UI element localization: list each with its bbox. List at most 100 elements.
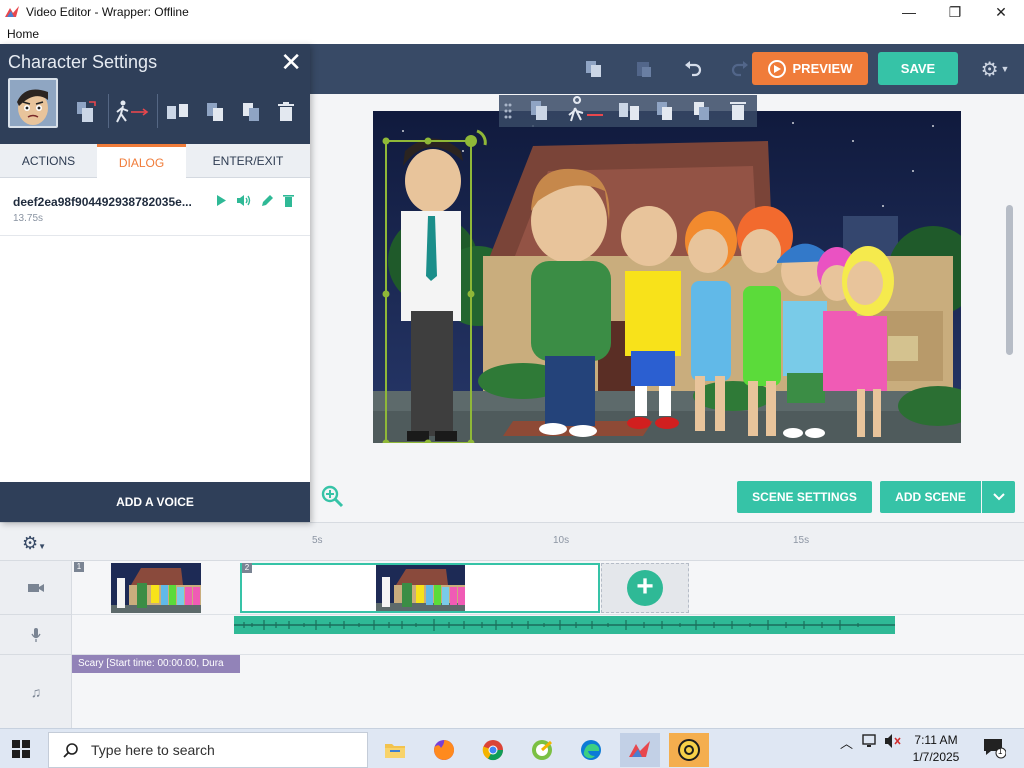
taskbar-chrome[interactable] <box>473 733 513 767</box>
taskbar-edge[interactable] <box>571 733 611 767</box>
scene-thumbnail <box>376 565 465 611</box>
zoom-in-button[interactable] <box>320 484 344 508</box>
panel-header: Character Settings ✕ <box>0 44 310 144</box>
scrollbar-thumb[interactable] <box>1006 205 1013 355</box>
volume-muted-icon[interactable] <box>884 733 902 752</box>
timeline-ruler[interactable]: ⚙▼ 5s 10s 15s <box>0 523 1024 561</box>
windows-logo-icon <box>12 740 30 758</box>
preview-button[interactable]: PREVIEW <box>752 52 868 85</box>
close-icon: ✕ <box>280 47 302 77</box>
voice-track-label <box>0 615 72 655</box>
scene-stage[interactable] <box>373 111 961 443</box>
tick-label: 15s <box>793 535 810 546</box>
dialog-name: deef2ea98f904492938782035e... <box>13 195 192 209</box>
tab-enter-exit[interactable]: ENTER/EXIT <box>186 144 310 178</box>
edge-icon <box>581 740 601 760</box>
delete-dialog-button[interactable] <box>283 194 294 210</box>
taskbar-clock[interactable]: 7:11 AM 1/7/2025 <box>906 732 966 766</box>
folder-icon <box>385 744 405 758</box>
dialog-duration: 13.75s <box>13 213 44 224</box>
dialog-actions <box>216 194 294 210</box>
add-scene-slot[interactable]: + <box>601 563 689 613</box>
character-floating-toolbar <box>499 95 757 127</box>
scene-number: 1 <box>74 562 84 572</box>
clock-date: 1/7/2025 <box>912 750 960 764</box>
edit-dialog-button[interactable] <box>261 194 274 210</box>
wrapper-app-icon <box>629 741 650 757</box>
gear-icon: ⚙ <box>980 58 999 81</box>
play-circle-icon <box>767 59 786 78</box>
add-voice-button[interactable]: ADD A VOICE <box>0 482 310 522</box>
duplicate-button[interactable] <box>240 100 264 124</box>
volume-button[interactable] <box>236 194 252 210</box>
minimize-button[interactable]: — <box>886 0 932 24</box>
taskbar-wrapper-offline[interactable] <box>620 733 660 767</box>
character-settings-panel: Character Settings ✕ ACTIONS DIALOG ENTE… <box>0 44 310 522</box>
dialog-list-item[interactable]: deef2ea98f904492938782035e... 13.75s <box>0 184 310 236</box>
taskbar-firefox[interactable] <box>424 733 464 767</box>
close-panel-button[interactable]: ✕ <box>280 49 302 75</box>
tab-actions[interactable]: ACTIONS <box>0 144 97 178</box>
plus-icon: + <box>627 570 663 606</box>
add-scene-button[interactable]: ADD SCENE <box>880 481 981 513</box>
video-track-label <box>0 561 72 615</box>
add-scene-dropdown[interactable] <box>982 481 1015 513</box>
scene-settings-button[interactable]: SCENE SETTINGS <box>737 481 872 513</box>
music-clip[interactable]: Scary [Start time: 00:00.00, Dura <box>72 655 240 673</box>
taskbar-app-orange[interactable] <box>669 733 709 767</box>
wrapper-app-icon <box>5 6 19 17</box>
panel-tabs: ACTIONS DIALOG ENTER/EXIT <box>0 144 310 179</box>
paste-button[interactable] <box>628 54 660 84</box>
voice-clip[interactable] <box>234 616 895 634</box>
stage-scrollbar[interactable] <box>1003 100 1015 360</box>
search-icon <box>63 743 78 758</box>
maximize-button[interactable]: ❐ <box>932 0 978 24</box>
scene-artwork <box>373 111 961 443</box>
copy-character-button[interactable] <box>204 100 228 124</box>
motion-path-button[interactable] <box>114 100 150 124</box>
scene-clip-1[interactable] <box>111 563 201 613</box>
window-title: Video Editor - Wrapper: Offline <box>26 5 189 19</box>
tab-dialog[interactable]: DIALOG <box>97 144 186 179</box>
scene-clip-2-thumbnail <box>376 565 465 611</box>
undo-button[interactable] <box>677 54 709 84</box>
taskbar-file-explorer[interactable] <box>375 733 415 767</box>
music-note-icon: ♫ <box>30 683 42 700</box>
clock-time: 7:11 AM <box>914 733 958 747</box>
start-button[interactable] <box>10 738 32 760</box>
floating-toolbar-icons <box>504 96 746 122</box>
settings-menu-button[interactable]: ⚙ ▼ <box>975 56 1015 82</box>
tray-chevron-up-icon[interactable]: ︿ <box>840 733 853 752</box>
timeline-settings-button[interactable]: ⚙▼ <box>22 533 46 554</box>
firefox-icon <box>434 739 455 760</box>
taskbar-search[interactable]: Type here to search <box>48 732 368 768</box>
swap-character-button[interactable] <box>74 100 98 124</box>
search-placeholder: Type here to search <box>91 742 215 758</box>
duplicate-icon <box>243 103 259 121</box>
flip-button[interactable] <box>166 100 190 124</box>
paste-icon <box>637 62 651 77</box>
save-button[interactable]: SAVE <box>878 52 958 85</box>
network-icon[interactable] <box>862 733 880 752</box>
menu-home[interactable]: Home <box>7 27 39 41</box>
tick-label: 10s <box>553 535 570 546</box>
preview-label: PREVIEW <box>792 61 853 76</box>
copy-icon <box>207 103 223 121</box>
delete-character-button[interactable] <box>274 100 298 124</box>
window-controls: — ❐ ✕ <box>886 0 1024 24</box>
toolbar-divider <box>157 94 158 128</box>
chrome-icon <box>482 740 504 761</box>
chevron-down-icon: ▼ <box>38 542 47 551</box>
toolbar-divider <box>108 94 109 128</box>
walking-figure-icon <box>116 100 149 123</box>
character-avatar[interactable] <box>8 78 58 128</box>
gear-icon: ⚙ <box>22 533 39 553</box>
music-track-label: ♫ <box>0 655 72 729</box>
notifications-button[interactable]: 1 <box>982 737 1007 762</box>
taskbar-app-green[interactable] <box>522 733 562 767</box>
copy-button[interactable] <box>578 54 610 84</box>
speaker-icon <box>237 195 251 206</box>
close-window-button[interactable]: ✕ <box>978 0 1024 24</box>
play-dialog-button[interactable] <box>216 194 227 210</box>
menubar: Home <box>0 24 1024 44</box>
